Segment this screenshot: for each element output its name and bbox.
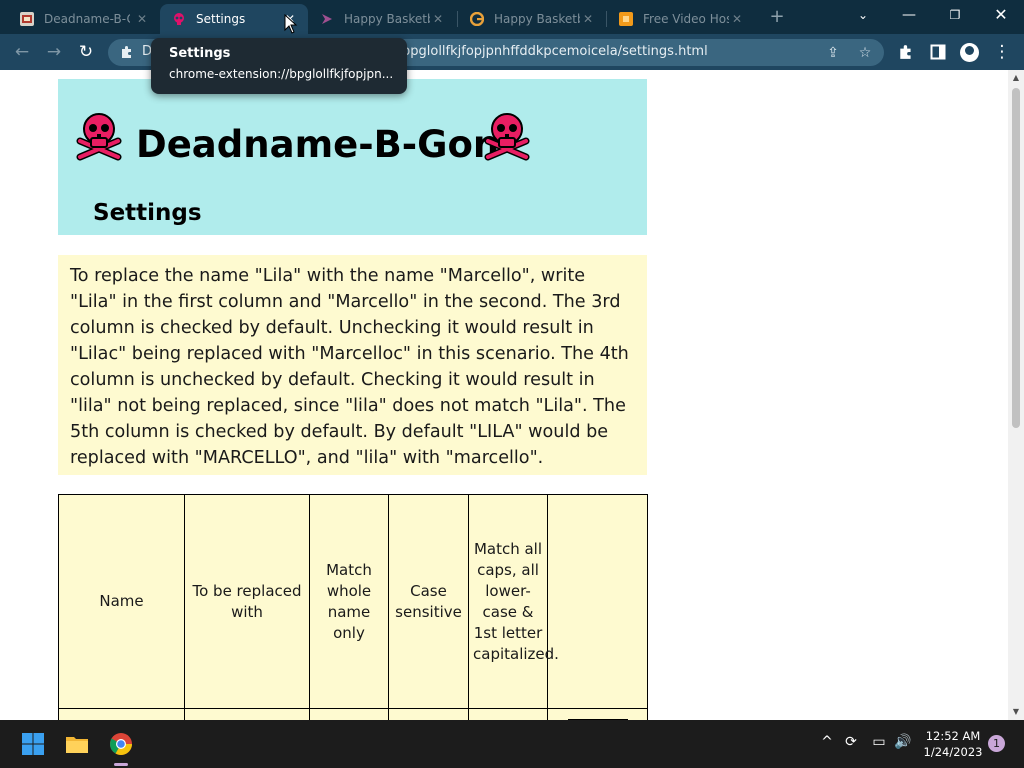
header-whole-name: Match whole name only [309,494,389,709]
active-app-indicator [114,763,128,766]
tab-free-video[interactable]: Free Video Hosting ✕ [607,4,755,34]
header-actions [547,494,648,709]
header-name: Name [58,494,185,709]
minimize-icon[interactable]: — [886,0,932,30]
tab-happy-basketball[interactable]: Happy Basketball ✕ [308,4,456,34]
sync-icon[interactable]: ⟳ [841,734,861,750]
header-replacement: To be replaced with [184,494,310,709]
scroll-up-icon[interactable]: ▲ [1008,70,1024,86]
extensions-icon[interactable] [894,40,918,64]
match-caps-checkbox-cell[interactable] [468,708,548,720]
clock-date: 1/24/2023 [923,745,983,759]
side-panel-icon[interactable] [926,40,950,64]
tab-title: Happy Basketball [344,12,430,26]
clock-time: 12:52 AM [925,729,981,743]
address-url: bpglollfkjfopjpnhffddkpcemoicela/setting… [402,44,708,59]
tab-title: Happy Basketball [494,12,580,26]
tab-happy-basketball-google[interactable]: Happy Basketball ✕ [458,4,606,34]
share-icon[interactable]: ⇪ [824,44,842,62]
forward-arrow-icon[interactable]: → [42,40,66,64]
skull-crossbones-icon [76,113,122,161]
mouse-cursor-icon [284,14,298,34]
tab-title: Free Video Hosting [643,12,729,26]
page-scrollbar[interactable]: ▲ ▼ [1008,70,1024,720]
skull-crossbones-icon [484,113,530,161]
menu-kebab-icon[interactable]: ⋮ [990,40,1014,64]
network-icon[interactable]: ▭ [869,734,889,750]
table-row [58,708,648,720]
case-sensitive-checkbox-cell[interactable] [388,708,469,720]
name-rules-table: Name To be replaced with Match whole nam… [58,494,648,720]
reload-icon[interactable]: ↻ [74,40,98,64]
page-subtitle: Settings [93,200,202,226]
notification-badge[interactable]: 1 [988,735,1005,752]
tab-title: Settings [196,12,246,26]
tab-strip: Deadname-B-Gon ✕ Settings ✕ Happy Basket… [0,0,1024,34]
extension-puzzle-icon [122,46,131,58]
tray-chevron-up-icon[interactable]: ^ [817,734,837,750]
tooltip-title: Settings [169,46,231,61]
tab-close-icon[interactable]: ✕ [580,11,596,27]
happy-basket-icon [320,12,334,26]
tab-hover-tooltip: Settings chrome-extension://bpglollfkjfo… [151,38,407,94]
tooltip-url: chrome-extension://bpglollfkjfopjpn... [169,67,394,81]
tab-close-icon[interactable]: ✕ [134,11,150,27]
chrome-icon[interactable] [109,732,133,756]
close-window-icon[interactable]: ✕ [978,0,1024,30]
table-header-row: Name To be replaced with Match whole nam… [58,494,648,709]
system-clock[interactable]: 12:52 AM 1/24/2023 [920,728,986,760]
action-cell [547,708,648,720]
whole-name-checkbox-cell[interactable] [309,708,389,720]
header-match-caps: Match all caps, all lower-case & 1st let… [468,494,559,709]
page-title: Deadname-B-Gon [136,123,500,166]
orange-site-icon [619,12,633,26]
page-content: Deadname-B-Gon Settings To replace the n… [0,70,1024,720]
tab-deadname-b-gon[interactable]: Deadname-B-Gon ✕ [8,4,160,34]
new-tab-icon[interactable]: + [768,8,786,26]
skull-icon [172,12,186,26]
scroll-down-icon[interactable]: ▼ [1008,704,1024,720]
tab-close-icon[interactable]: ✕ [430,11,446,27]
bookmark-star-icon[interactable]: ☆ [856,44,874,62]
profile-avatar[interactable] [960,43,979,62]
tab-search-chevron-icon[interactable]: ⌄ [840,0,886,30]
restore-icon[interactable]: ❐ [932,0,978,30]
name-cell[interactable] [58,708,185,720]
volume-icon[interactable]: 🔊 [893,734,913,750]
scrollbar-thumb[interactable] [1012,88,1020,428]
tab-close-icon[interactable]: ✕ [729,11,745,27]
instructions-panel: To replace the name "Lila" with the name… [58,255,647,475]
back-arrow-icon[interactable]: ← [10,40,34,64]
windows-start-icon[interactable] [21,732,45,756]
file-explorer-icon[interactable] [65,732,89,756]
tab-title: Deadname-B-Gon [44,12,130,26]
replacement-cell[interactable] [184,708,310,720]
header-case-sensitive: Case sensitive [388,494,469,709]
google-icon [470,12,484,26]
deadname-b-gon-icon [20,12,34,26]
windows-taskbar: ^ ⟳ ▭ 🔊 12:52 AM 1/24/2023 1 [0,720,1024,768]
page-header: Deadname-B-Gon Settings [58,79,647,235]
